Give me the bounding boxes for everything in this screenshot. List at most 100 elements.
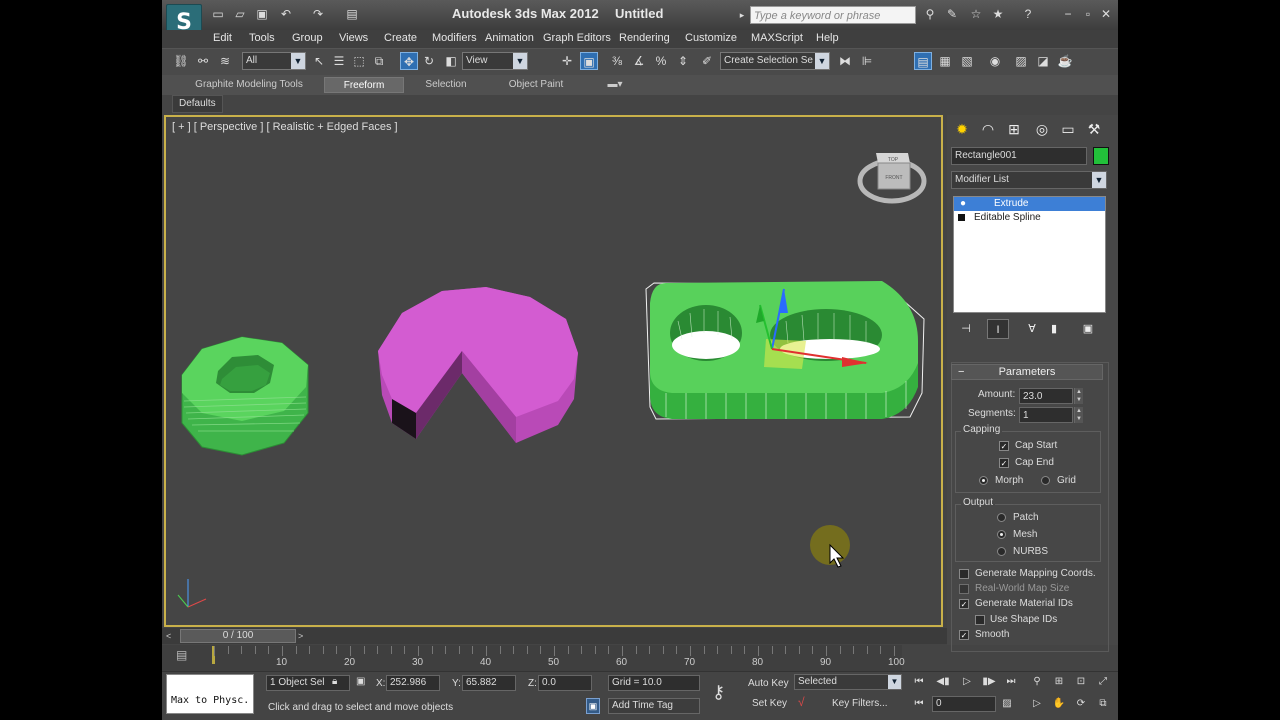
bind-space-warp-icon[interactable]: ≋ <box>216 52 234 70</box>
tab-object-paint[interactable]: Object Paint <box>486 77 586 93</box>
restore-icon[interactable]: ▫ <box>1080 7 1096 21</box>
rectangular-selection-icon[interactable]: ⬚ <box>350 52 368 70</box>
undo-icon[interactable]: ↶ <box>278 7 294 21</box>
configure-modifier-sets-icon[interactable]: ▣ <box>1077 319 1099 339</box>
tab-selection[interactable]: Selection <box>406 77 486 93</box>
current-frame-input[interactable]: 0 <box>932 696 996 712</box>
stack-item-editable-spline[interactable]: Editable Spline <box>954 211 1105 225</box>
menu-create[interactable]: Create <box>384 32 417 44</box>
show-end-result-icon[interactable]: I <box>987 319 1009 339</box>
close-icon[interactable]: ✕ <box>1098 7 1114 21</box>
modifier-list-dropdown[interactable]: Modifier List ▼ <box>951 171 1107 189</box>
search-expand-icon[interactable]: ▸ <box>734 8 750 22</box>
pin-stack-icon[interactable]: ⊣ <box>955 319 977 339</box>
perspective-viewport[interactable]: [ + ] [ Perspective ] [ Realistic + Edge… <box>164 115 943 627</box>
menu-views[interactable]: Views <box>339 32 368 44</box>
object-name-field[interactable]: Rectangle001 <box>951 147 1087 165</box>
next-frame-icon[interactable]: ▮▶ <box>980 674 998 690</box>
angle-snap-icon[interactable]: ∡ <box>630 52 648 70</box>
rendered-frame-icon[interactable]: ◪ <box>1034 52 1052 70</box>
select-link-icon[interactable]: ⛓ <box>172 52 190 70</box>
orbit-icon[interactable]: ⟳ <box>1072 696 1090 712</box>
align-icon[interactable]: ⊫ <box>858 52 876 70</box>
track-bar[interactable] <box>162 645 902 671</box>
key-icon[interactable]: ⚷ <box>712 682 725 703</box>
window-crossing-icon[interactable]: ⧉ <box>370 52 388 70</box>
time-prev-icon[interactable]: < <box>166 629 176 643</box>
select-and-move-icon[interactable]: ✥ <box>400 52 418 70</box>
menu-graph-editors[interactable]: Graph Editors <box>543 32 611 44</box>
mini-curve-editor-icon[interactable]: ▤ <box>176 648 190 664</box>
go-to-start-icon[interactable]: ⏮ <box>910 674 928 690</box>
time-slider-thumb[interactable]: 0 / 100 <box>180 629 296 643</box>
y-coordinate-input[interactable]: 65.882 <box>462 675 516 691</box>
ribbon-options-icon[interactable]: ▬▾ <box>602 77 628 93</box>
render-teapot-icon[interactable]: ☕ <box>1056 52 1074 70</box>
reference-coordinate-dropdown[interactable]: View ▼ <box>462 52 528 70</box>
smooth-checkbox[interactable]: ✓ <box>959 630 969 640</box>
use-shape-ids-checkbox[interactable] <box>975 615 985 625</box>
select-manipulate-icon[interactable]: ▣ <box>580 52 598 70</box>
generate-mapping-checkbox[interactable] <box>959 569 969 579</box>
pie-object[interactable] <box>378 287 578 443</box>
menu-customize[interactable]: Customize <box>685 32 737 44</box>
spinner-snap-icon[interactable]: ⇕ <box>674 52 692 70</box>
key-mode-dropdown[interactable]: Selected ▼ <box>794 674 902 690</box>
edit-named-selection-icon[interactable]: ✐ <box>698 52 716 70</box>
project-folder-icon[interactable]: ▤ <box>344 7 360 21</box>
pivot-center-icon[interactable]: ✛ <box>558 52 576 70</box>
create-tab-icon[interactable]: ✹ <box>951 119 973 139</box>
menu-maxscript[interactable]: MAXScript <box>751 32 803 44</box>
set-key-button[interactable]: Set Key <box>752 698 787 709</box>
tab-freeform[interactable]: Freeform <box>324 77 404 93</box>
new-file-icon[interactable]: ▭ <box>210 7 226 21</box>
field-of-view-icon[interactable]: ▷ <box>1028 696 1046 712</box>
hierarchy-tab-icon[interactable]: ⊞ <box>1003 119 1025 139</box>
time-config-icon[interactable]: ▨ <box>998 696 1016 712</box>
segments-input[interactable]: 1 <box>1019 407 1073 423</box>
real-world-map-checkbox[interactable] <box>959 584 969 594</box>
time-next-icon[interactable]: > <box>298 629 308 643</box>
parameters-rollout-header[interactable]: − Parameters <box>951 364 1103 380</box>
named-selection-sets-dropdown[interactable]: Create Selection Se ▼ <box>720 52 830 70</box>
select-and-scale-icon[interactable]: ◧ <box>442 52 460 70</box>
render-setup-icon[interactable]: ▨ <box>1012 52 1030 70</box>
redo-icon[interactable]: ↷ <box>310 7 326 21</box>
snaps-toggle-icon[interactable]: ⅜ <box>608 52 626 70</box>
cap-end-checkbox[interactable]: ✓ <box>999 458 1009 468</box>
layer-manager-icon[interactable]: ▦ <box>936 52 954 70</box>
display-tab-icon[interactable]: ▭ <box>1057 119 1079 139</box>
remove-modifier-icon[interactable]: ▮ <box>1043 319 1065 339</box>
selection-filter-dropdown[interactable]: All ▼ <box>242 52 306 70</box>
mirror-icon[interactable]: ⧓ <box>836 52 854 70</box>
workspace-defaults[interactable]: Defaults <box>172 95 223 113</box>
make-unique-icon[interactable]: ∀ <box>1021 319 1043 339</box>
z-coordinate-input[interactable]: 0.0 <box>538 675 592 691</box>
generate-matids-checkbox[interactable]: ✓ <box>959 599 969 609</box>
add-time-tag-button[interactable]: Add Time Tag <box>608 698 700 714</box>
key-filters-button[interactable]: Key Filters... <box>832 698 888 709</box>
tools-icon[interactable]: ✎ <box>944 7 960 21</box>
menu-help[interactable]: Help <box>816 32 839 44</box>
menu-group[interactable]: Group <box>292 32 323 44</box>
save-icon[interactable]: ▣ <box>254 7 270 21</box>
motion-tab-icon[interactable]: ◎ <box>1031 119 1053 139</box>
utilities-tab-icon[interactable]: ⚒ <box>1083 119 1105 139</box>
x-coordinate-input[interactable]: 252.986 <box>386 675 440 691</box>
menu-rendering[interactable]: Rendering <box>619 32 670 44</box>
menu-animation[interactable]: Animation <box>485 32 534 44</box>
menu-edit[interactable]: Edit <box>213 32 232 44</box>
maxscript-listener[interactable]: Max to Physc. <box>166 674 254 714</box>
scene-canvas[interactable]: TOP FRONT <box>166 117 941 625</box>
menu-tools[interactable]: Tools <box>249 32 275 44</box>
maximize-viewport-icon[interactable]: ⧉ <box>1094 696 1112 712</box>
binoculars-icon[interactable]: ⚲ <box>922 7 938 21</box>
previous-frame-icon[interactable]: ◀▮ <box>934 674 952 690</box>
go-to-end-icon[interactable]: ⏭ <box>1002 674 1020 690</box>
pan-icon[interactable]: ✋ <box>1050 696 1068 712</box>
favorites-icon[interactable]: ☆ <box>968 7 984 21</box>
amount-spinner[interactable]: ▲ ▼ <box>1074 388 1083 404</box>
play-icon[interactable]: ▷ <box>958 674 976 690</box>
lock-icon[interactable]: 🔒︎ <box>332 676 337 687</box>
select-by-name-icon[interactable]: ☰ <box>330 52 348 70</box>
